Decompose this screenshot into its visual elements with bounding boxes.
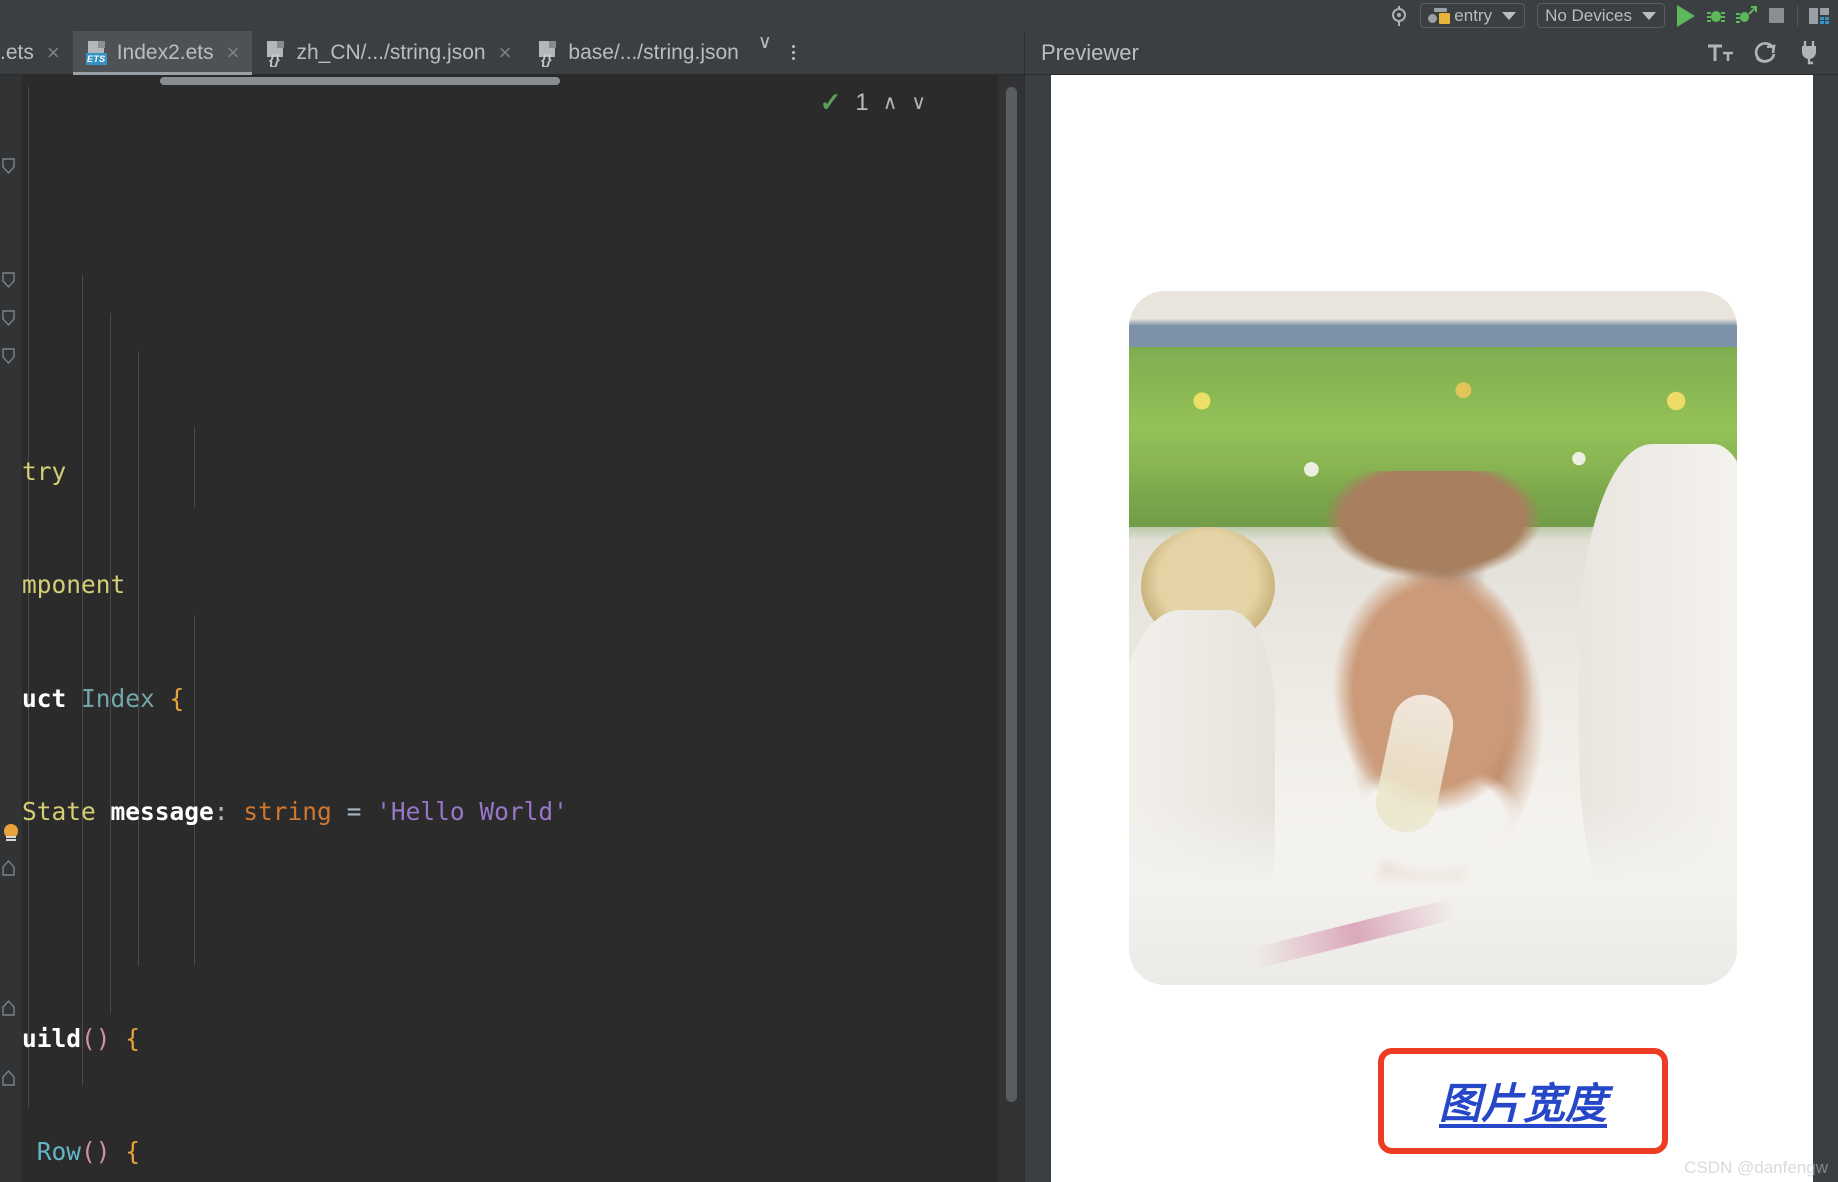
stop-icon: [1768, 8, 1784, 23]
debug-icon: [1707, 10, 1725, 22]
toolbar-divider: [1797, 5, 1798, 26]
attach-debugger-icon: [1736, 5, 1757, 23]
tab-label: .ets: [0, 41, 34, 64]
attach-debugger-button[interactable]: [1731, 3, 1761, 29]
module-selector[interactable]: entry: [1420, 3, 1526, 28]
code-line[interactable]: mponent: [22, 566, 1024, 604]
debug-button[interactable]: [1701, 3, 1731, 29]
chevron-down-icon: [1642, 11, 1656, 20]
device-preview-surface[interactable]: [1051, 75, 1813, 1182]
previewer-panel: [1024, 75, 1838, 1182]
module-selector-label: entry: [1454, 5, 1493, 25]
inspection-count: 1: [855, 88, 869, 116]
tab-index-ets[interactable]: .ets ×: [0, 31, 73, 75]
run-button[interactable]: [1671, 3, 1701, 29]
code-line[interactable]: try: [22, 453, 1024, 491]
code-line[interactable]: uct Index {: [22, 680, 1024, 718]
close-icon[interactable]: ×: [499, 42, 512, 64]
target-icon[interactable]: [1384, 3, 1414, 29]
json-file-icon: {}: [265, 41, 287, 66]
plug-icon[interactable]: [1796, 40, 1822, 66]
tab-zh-cn-string-json[interactable]: {} zh_CN/.../string.json ×: [252, 31, 524, 75]
close-icon[interactable]: ×: [227, 42, 240, 64]
main-toolbar: entry No Devices: [0, 0, 1838, 31]
watermark: CSDN @danfengw: [1684, 1158, 1828, 1177]
code-line[interactable]: Row() {: [22, 1133, 1024, 1171]
preview-caption-text: 图片宽度: [1438, 1079, 1607, 1128]
refresh-icon[interactable]: [1752, 40, 1778, 66]
tab-index2-ets[interactable]: ETS Index2.ets ×: [72, 31, 253, 75]
tab-label: base/.../string.json: [568, 41, 739, 64]
code-line[interactable]: uild() {: [22, 1020, 1024, 1058]
ets-file-icon: ETS: [85, 41, 108, 65]
code-editor[interactable]: try mponent uct Index { State message: s…: [0, 75, 1024, 1182]
tab-more-options-icon[interactable]: [778, 31, 809, 74]
indent-guide: [138, 351, 139, 966]
lightbulb-icon[interactable]: [0, 820, 22, 846]
code-line[interactable]: [22, 907, 1024, 945]
layout-icon: [1809, 7, 1829, 24]
tab-label: Index2.ets: [116, 41, 214, 64]
font-size-icon[interactable]: [1706, 41, 1734, 65]
preview-image: [1129, 291, 1737, 985]
chevron-down-icon[interactable]: ∨: [911, 90, 926, 115]
tab-overflow-chevron-icon[interactable]: ∨: [752, 31, 778, 74]
editor-vertical-scrollbar[interactable]: [1006, 87, 1017, 1102]
editor-gutter[interactable]: [0, 75, 22, 1182]
code-content[interactable]: try mponent uct Index { State message: s…: [22, 75, 1024, 1182]
chevron-up-icon[interactable]: ∧: [883, 90, 898, 115]
code-line[interactable]: State message: string = 'Hello World': [22, 793, 1024, 831]
layout-button[interactable]: [1804, 3, 1834, 29]
previewer-header: Previewer: [1024, 31, 1838, 75]
stop-button[interactable]: [1761, 3, 1791, 29]
module-icon: [1428, 7, 1451, 24]
inspection-widget[interactable]: ✓ 1 ∧ ∨: [820, 87, 926, 118]
json-file-icon: {}: [537, 41, 559, 66]
close-icon[interactable]: ×: [47, 42, 60, 64]
device-selector-label: No Devices: [1545, 5, 1632, 25]
device-selector[interactable]: No Devices: [1537, 3, 1665, 28]
chevron-down-icon: [1502, 11, 1517, 20]
inspection-ok-icon: ✓: [819, 87, 842, 117]
previewer-title: Previewer: [1041, 39, 1139, 65]
tab-base-string-json[interactable]: {} base/.../string.json: [524, 31, 751, 75]
tab-label: zh_CN/.../string.json: [296, 41, 486, 64]
run-icon: [1677, 4, 1695, 27]
